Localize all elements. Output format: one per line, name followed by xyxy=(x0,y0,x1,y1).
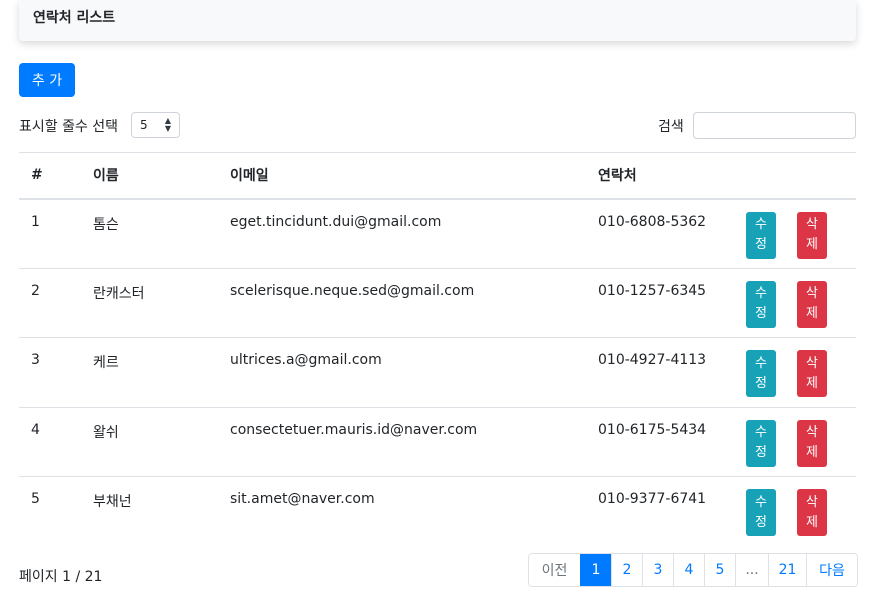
edit-button[interactable]: 수정 xyxy=(746,489,776,536)
pagination-page-1[interactable]: 1 xyxy=(580,554,611,586)
page-size-value: 5 xyxy=(140,118,148,132)
row-phone: 010-6808-5362 xyxy=(586,198,746,269)
page-size-label: 표시할 줄수 선택 xyxy=(19,119,119,135)
column-header-email: 이메일 xyxy=(218,152,586,200)
row-actions: 수정 삭제 xyxy=(746,337,856,408)
add-contact-button[interactable]: 추 가 xyxy=(19,63,75,97)
row-actions: 수정 삭제 xyxy=(746,268,856,338)
row-phone: 010-9377-6741 xyxy=(598,491,707,507)
row-number: 5 xyxy=(31,491,40,507)
row-email: scelerisque.neque.sed@gmail.com xyxy=(218,268,586,338)
row-number: 2 xyxy=(19,268,81,338)
delete-button[interactable]: 삭제 xyxy=(797,211,827,259)
column-header-actions xyxy=(746,152,856,200)
pagination-prev[interactable]: 이전 xyxy=(529,554,580,586)
delete-button[interactable]: 삭제 xyxy=(797,489,827,536)
table-row: 1 톰슨 eget.tincidunt.dui@gmail.com 010-68… xyxy=(19,198,856,269)
row-email: consectetuer.mauris.id@naver.com xyxy=(218,407,586,477)
search-input[interactable] xyxy=(693,112,856,139)
row-name: 부채넌 xyxy=(93,494,132,510)
row-phone: 010-1257-6345 xyxy=(586,268,746,338)
column-header-number: # xyxy=(19,152,81,200)
pagination-page-5[interactable]: 5 xyxy=(704,554,735,586)
pagination-page-4[interactable]: 4 xyxy=(673,554,704,586)
table-row: 4 왈쉬 consectetuer.mauris.id@naver.com 01… xyxy=(19,407,856,477)
delete-button[interactable]: 삭제 xyxy=(797,350,827,397)
row-name: 왈쉬 xyxy=(81,407,218,477)
page-info: 페이지 1 / 21 xyxy=(19,569,103,585)
chevron-up-down-icon: ▲ ▼ xyxy=(164,116,171,133)
table-row: 5 부채넌 sit.amet@naver.com 010-9377-6741 수… xyxy=(19,477,856,547)
pagination-page-2[interactable]: 2 xyxy=(611,554,642,586)
delete-button[interactable]: 삭제 xyxy=(797,280,827,328)
pagination: 이전 1 2 3 4 5 ... 21 다음 xyxy=(528,553,858,587)
row-number: 3 xyxy=(19,337,81,408)
page-title: 연락처 리스트 xyxy=(33,10,116,26)
pagination-page-3[interactable]: 3 xyxy=(642,554,673,586)
row-actions: 수정 삭제 xyxy=(746,477,856,547)
contacts-table: # 이름 이메일 연락처 1 톰슨 eget.tincidunt.dui@gma… xyxy=(19,152,856,546)
edit-button[interactable]: 수정 xyxy=(746,350,776,397)
row-email: eget.tincidunt.dui@gmail.com xyxy=(218,198,586,269)
search-label: 검색 xyxy=(658,119,684,135)
row-email: sit.amet@naver.com xyxy=(230,491,375,507)
row-actions: 수정 삭제 xyxy=(746,407,856,477)
edit-button[interactable]: 수정 xyxy=(746,419,776,467)
row-phone: 010-6175-5434 xyxy=(586,407,746,477)
row-name: 톰슨 xyxy=(81,198,218,269)
row-name: 란캐스터 xyxy=(81,268,218,338)
row-name: 케르 xyxy=(81,337,218,408)
row-number: 4 xyxy=(19,407,81,477)
column-header-name: 이름 xyxy=(81,152,218,200)
table-row: 3 케르 ultrices.a@gmail.com 010-4927-4113 … xyxy=(19,337,856,408)
table-row: 2 란캐스터 scelerisque.neque.sed@gmail.com 0… xyxy=(19,268,856,338)
pagination-page-21[interactable]: 21 xyxy=(768,554,806,586)
row-actions: 수정 삭제 xyxy=(746,198,856,269)
pagination-next[interactable]: 다음 xyxy=(806,554,857,586)
delete-button[interactable]: 삭제 xyxy=(797,419,827,467)
row-phone: 010-4927-4113 xyxy=(586,337,746,408)
header-card: 연락처 리스트 xyxy=(19,0,856,41)
pagination-ellipsis: ... xyxy=(735,554,768,586)
table-header-row: # 이름 이메일 연락처 xyxy=(19,152,856,200)
edit-button[interactable]: 수정 xyxy=(746,280,776,328)
row-number: 1 xyxy=(19,198,81,269)
row-email: ultrices.a@gmail.com xyxy=(218,337,586,408)
column-header-phone: 연락처 xyxy=(586,152,746,200)
edit-button[interactable]: 수정 xyxy=(746,211,776,259)
page-size-select[interactable]: 5 ▲ ▼ xyxy=(131,112,180,138)
